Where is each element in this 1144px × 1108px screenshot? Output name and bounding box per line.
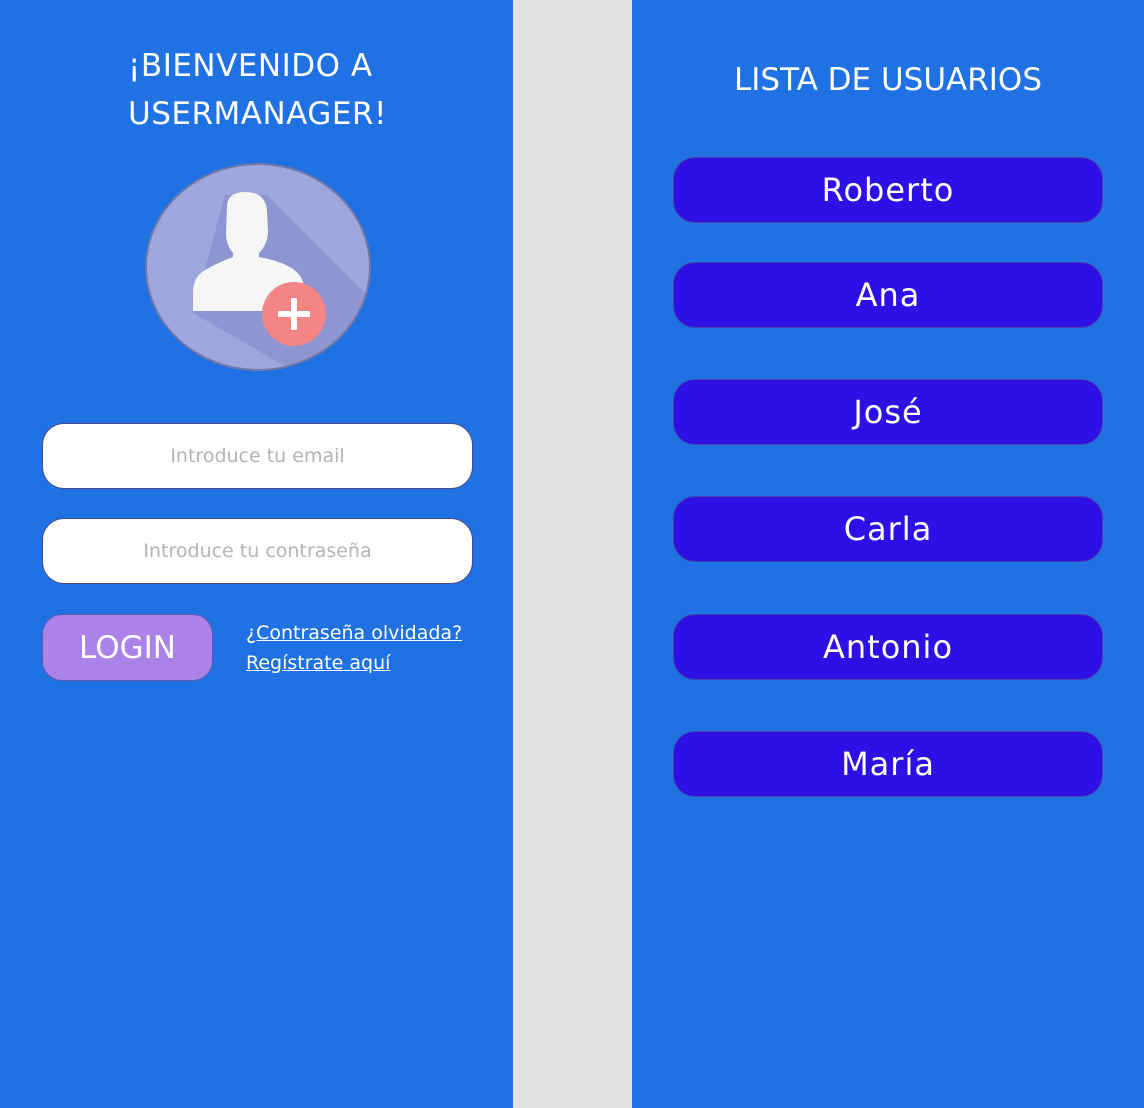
welcome-title: ¡BIENVENIDO A USERMANAGER!: [128, 42, 387, 138]
register-link[interactable]: Regístrate aquí: [246, 652, 390, 674]
user-list-panel: LISTA DE USUARIOS Roberto Ana José Carla…: [632, 0, 1144, 1108]
user-button-ana[interactable]: Ana: [673, 262, 1103, 328]
user-button-carla[interactable]: Carla: [673, 496, 1103, 562]
add-user-avatar[interactable]: [145, 163, 371, 371]
user-button-roberto[interactable]: Roberto: [673, 157, 1103, 223]
add-user-icon: [193, 192, 369, 369]
login-panel: ¡BIENVENIDO A USERMANAGER! LOGIN ¿Contra…: [0, 0, 513, 1108]
forgot-password-link[interactable]: ¿Contraseña olvidada?: [246, 622, 462, 644]
user-button-antonio[interactable]: Antonio: [673, 614, 1103, 680]
welcome-title-line2: USERMANAGER!: [128, 96, 387, 132]
user-button-jose[interactable]: José: [673, 379, 1103, 445]
login-button[interactable]: LOGIN: [42, 614, 213, 681]
welcome-title-line1: ¡BIENVENIDO A: [128, 48, 373, 84]
user-list-title: LISTA DE USUARIOS: [733, 62, 1043, 98]
user-button-maria[interactable]: María: [673, 731, 1103, 797]
email-field[interactable]: [42, 423, 473, 489]
password-field[interactable]: [42, 518, 473, 584]
